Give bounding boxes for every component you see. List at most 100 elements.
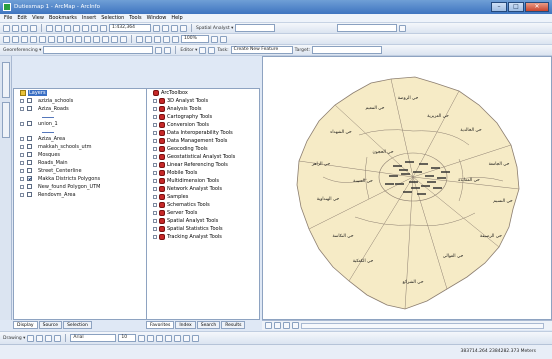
expand-icon[interactable] <box>153 195 157 199</box>
layout-view-icon[interactable] <box>274 322 281 329</box>
layer-visibility-checkbox[interactable] <box>27 192 32 197</box>
toggle-draft-mode-icon[interactable] <box>211 35 218 43</box>
fixed-zoom-in-icon[interactable] <box>21 35 28 43</box>
close-button[interactable]: ✕ <box>525 2 549 12</box>
expand-icon[interactable] <box>153 99 157 103</box>
toolbox-item[interactable]: Geocoding Tools <box>147 145 259 153</box>
layout-zoom-out-icon[interactable] <box>145 35 152 43</box>
expand-icon[interactable] <box>153 139 157 143</box>
menu-bookmarks[interactable]: Bookmarks <box>49 14 77 22</box>
toc-layer-item[interactable]: New_found Polygon_UTM <box>14 183 150 191</box>
hyperlink-icon[interactable] <box>120 35 127 43</box>
select-elements-arrow-icon[interactable] <box>27 334 35 342</box>
layer-combo[interactable] <box>337 24 398 32</box>
toolbox-item[interactable]: Mobile Tools <box>147 169 259 177</box>
expand-icon[interactable] <box>20 193 24 197</box>
underline-icon[interactable] <box>156 334 164 342</box>
toolbox-item[interactable]: Conversion Tools <box>147 121 259 129</box>
toc-tab-source[interactable]: Source <box>38 321 63 329</box>
toolbox-tab-search[interactable]: Search <box>196 321 221 329</box>
toc-layer-item[interactable]: Rendovm_Area <box>14 191 150 199</box>
drawing-menu[interactable]: Drawing ▾ <box>3 336 25 341</box>
menu-edit[interactable]: Edit <box>17 14 27 22</box>
zoom-whole-page-icon[interactable] <box>163 35 170 43</box>
zoom-out-icon[interactable] <box>12 35 19 43</box>
layout-pan-icon[interactable] <box>154 35 161 43</box>
spatial-analyst-layer-combo[interactable] <box>235 24 276 32</box>
redo-icon[interactable] <box>91 24 98 32</box>
expand-icon[interactable] <box>153 179 157 183</box>
expand-icon[interactable] <box>153 203 157 207</box>
full-extent-icon[interactable] <box>48 35 55 43</box>
toc-layer-item[interactable]: Makka Districts Polygons <box>14 175 150 183</box>
expand-icon[interactable] <box>153 171 157 175</box>
focus-data-frame-icon[interactable] <box>220 35 227 43</box>
fixed-zoom-out-icon[interactable] <box>30 35 37 43</box>
toolbox-item[interactable]: Data Interoperability Tools <box>147 129 259 137</box>
toc-tab-selection[interactable]: Selection <box>63 321 92 329</box>
cut-icon[interactable] <box>46 24 53 32</box>
histogram-icon[interactable] <box>399 24 407 32</box>
toolbox-item[interactable]: Data Management Tools <box>147 137 259 145</box>
expand-icon[interactable] <box>20 137 24 141</box>
dock-tab-1[interactable] <box>2 62 10 98</box>
map-horizontal-scrollbar[interactable] <box>301 322 544 329</box>
expand-icon[interactable] <box>153 155 157 159</box>
forward-extent-icon[interactable] <box>66 35 73 43</box>
find-icon[interactable] <box>102 35 109 43</box>
layer-visibility-checkbox[interactable] <box>27 184 32 189</box>
expand-icon[interactable] <box>153 115 157 119</box>
toolbox-tab-index[interactable]: Index <box>175 321 196 329</box>
layer-visibility-checkbox[interactable] <box>27 121 32 126</box>
expand-icon[interactable] <box>153 235 157 239</box>
layer-visibility-checkbox[interactable] <box>27 176 32 181</box>
identify-icon[interactable] <box>93 35 100 43</box>
georeferencing-menu[interactable]: Georeferencing ▾ <box>3 48 41 53</box>
copy-icon[interactable] <box>55 24 62 32</box>
target-combo[interactable] <box>312 46 383 54</box>
rotate-icon[interactable] <box>36 334 44 342</box>
toolbox-item[interactable]: Network Analyst Tools <box>147 185 259 193</box>
toc-layer-item[interactable]: union_1 <box>14 120 150 128</box>
expand-icon[interactable] <box>20 153 24 157</box>
dock-tab-2[interactable] <box>2 102 10 138</box>
toolbox-item[interactable]: Cartography Tools <box>147 113 259 121</box>
toolbox-item[interactable]: 3D Analyst Tools <box>147 97 259 105</box>
toc-root-layers[interactable]: Layers <box>14 89 150 97</box>
expand-icon[interactable] <box>20 99 24 103</box>
layer-visibility-checkbox[interactable] <box>27 106 32 111</box>
toolbox-item[interactable]: Server Tools <box>147 209 259 217</box>
layer-visibility-checkbox[interactable] <box>27 98 32 103</box>
expand-icon[interactable] <box>20 161 24 165</box>
measure-icon[interactable] <box>111 35 118 43</box>
command-line-icon[interactable] <box>171 24 178 32</box>
minimize-button[interactable]: – <box>491 2 507 12</box>
select-features-icon[interactable] <box>75 35 82 43</box>
menu-file[interactable]: File <box>4 14 12 22</box>
expand-icon[interactable] <box>153 107 157 111</box>
view-link-table-icon[interactable] <box>164 46 172 54</box>
layout-zoom-combo[interactable]: 100% <box>181 35 209 43</box>
toolbox-item[interactable]: Analysis Tools <box>147 105 259 113</box>
spatial-analyst-menu[interactable]: Spatial Analyst ▾ <box>196 26 233 31</box>
toolbox-item[interactable]: Spatial Statistics Tools <box>147 225 259 233</box>
marker-color-icon[interactable] <box>192 334 200 342</box>
toolbox-tab-favorites[interactable]: Favorites <box>146 321 175 329</box>
expand-icon[interactable] <box>20 107 24 111</box>
open-icon[interactable] <box>12 24 19 32</box>
toc-layer-item[interactable]: Roads_Main <box>14 159 150 167</box>
expand-icon[interactable] <box>20 145 24 149</box>
toc-layer-item[interactable]: makkah_schools_utm <box>14 143 150 151</box>
map-view[interactable]: حي العزيزية حي الخالدية حي الجامعة حي النسي… <box>262 56 552 320</box>
font-size-combo[interactable]: 10 <box>118 334 137 342</box>
layout-zoom-in-icon[interactable] <box>136 35 143 43</box>
select-elements-icon[interactable] <box>84 35 91 43</box>
toc-layer-item[interactable]: Mosques <box>14 151 150 159</box>
arctoolbox-root[interactable]: ArcToolbox <box>147 89 259 97</box>
pan-icon[interactable] <box>39 35 46 43</box>
menu-selection[interactable]: Selection <box>101 14 124 22</box>
zoom-in-icon[interactable] <box>3 35 10 43</box>
expand-icon[interactable] <box>153 163 157 167</box>
arctoolbox-icon[interactable] <box>162 24 169 32</box>
font-color-icon[interactable] <box>165 334 173 342</box>
